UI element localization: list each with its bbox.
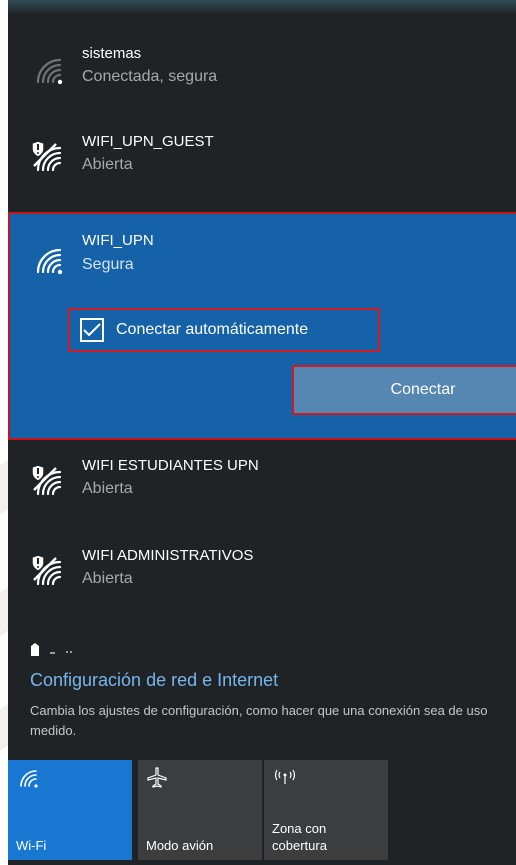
wifi-icon — [20, 770, 38, 788]
network-status: Abierta — [82, 156, 133, 173]
network-status: Segura — [82, 256, 134, 273]
network-name: WIFI ESTUDIANTES UPN — [82, 457, 259, 474]
network-name: WIFI_UPN_GUEST — [82, 133, 214, 150]
auto-connect-option[interactable]: Conectar automáticamente — [68, 308, 380, 352]
wifi-shield-icon — [31, 554, 62, 586]
wifi-tile-label: Wi-Fi — [16, 838, 47, 853]
airplane-mode-tile[interactable]: Modo avión — [138, 760, 262, 860]
network-status: Conectada, segura — [82, 68, 218, 85]
network-name: WIFI ADMINISTRATIVOS — [82, 547, 254, 564]
wifi-shield-icon — [31, 140, 62, 172]
wifi-toggle-tile[interactable]: Wi-Fi — [8, 760, 132, 860]
connect-button[interactable]: Conectar — [292, 365, 516, 415]
wifi-shield-icon — [31, 464, 62, 496]
network-name: sistemas — [82, 45, 142, 62]
network-item-wifi-upn-guest[interactable]: WIFI_UPN_GUEST Abierta — [8, 118, 516, 206]
network-status: Abierta — [82, 480, 133, 497]
wifi-icon — [36, 248, 63, 275]
network-flyout: sistemas Conectada, segura WIFI_UPN_GUES… — [8, 0, 516, 865]
airplane-mode-label: Modo avión — [146, 838, 214, 853]
network-status: Abierta — [82, 570, 133, 587]
network-name: WIFI_UPN — [82, 232, 154, 249]
network-settings-description: Cambia los ajustes de configuración, com… — [30, 703, 488, 738]
network-settings-link[interactable]: Configuración de red e Internet — [30, 670, 278, 691]
flyout-top-edge — [8, 0, 516, 14]
mobile-hotspot-tile[interactable]: Zona con cobertura — [264, 760, 388, 860]
auto-connect-label: Conectar automáticamente — [116, 321, 309, 338]
hotspot-label-line2: cobertura — [272, 838, 327, 853]
wifi-icon — [36, 58, 63, 85]
connect-button-label: Conectar — [390, 381, 456, 398]
network-item-wifi-upn[interactable]: WIFI_UPN Segura Conectar automáticamente… — [8, 212, 516, 440]
network-item-partial[interactable] — [30, 640, 90, 656]
auto-connect-checkbox[interactable] — [80, 318, 104, 342]
network-item-wifi-administrativos[interactable]: WIFI ADMINISTRATIVOS Abierta — [8, 532, 516, 620]
hotspot-label-line1: Zona con — [272, 821, 327, 836]
hotspot-icon — [274, 769, 296, 784]
airplane-icon — [147, 767, 167, 788]
checkmark-icon — [83, 323, 101, 337]
network-item-wifi-estudiantes-upn[interactable]: WIFI ESTUDIANTES UPN Abierta — [8, 442, 516, 530]
network-item-sistemas[interactable]: sistemas Conectada, segura — [8, 30, 516, 118]
mobile-hotspot-label: Zona con cobertura — [272, 820, 327, 854]
